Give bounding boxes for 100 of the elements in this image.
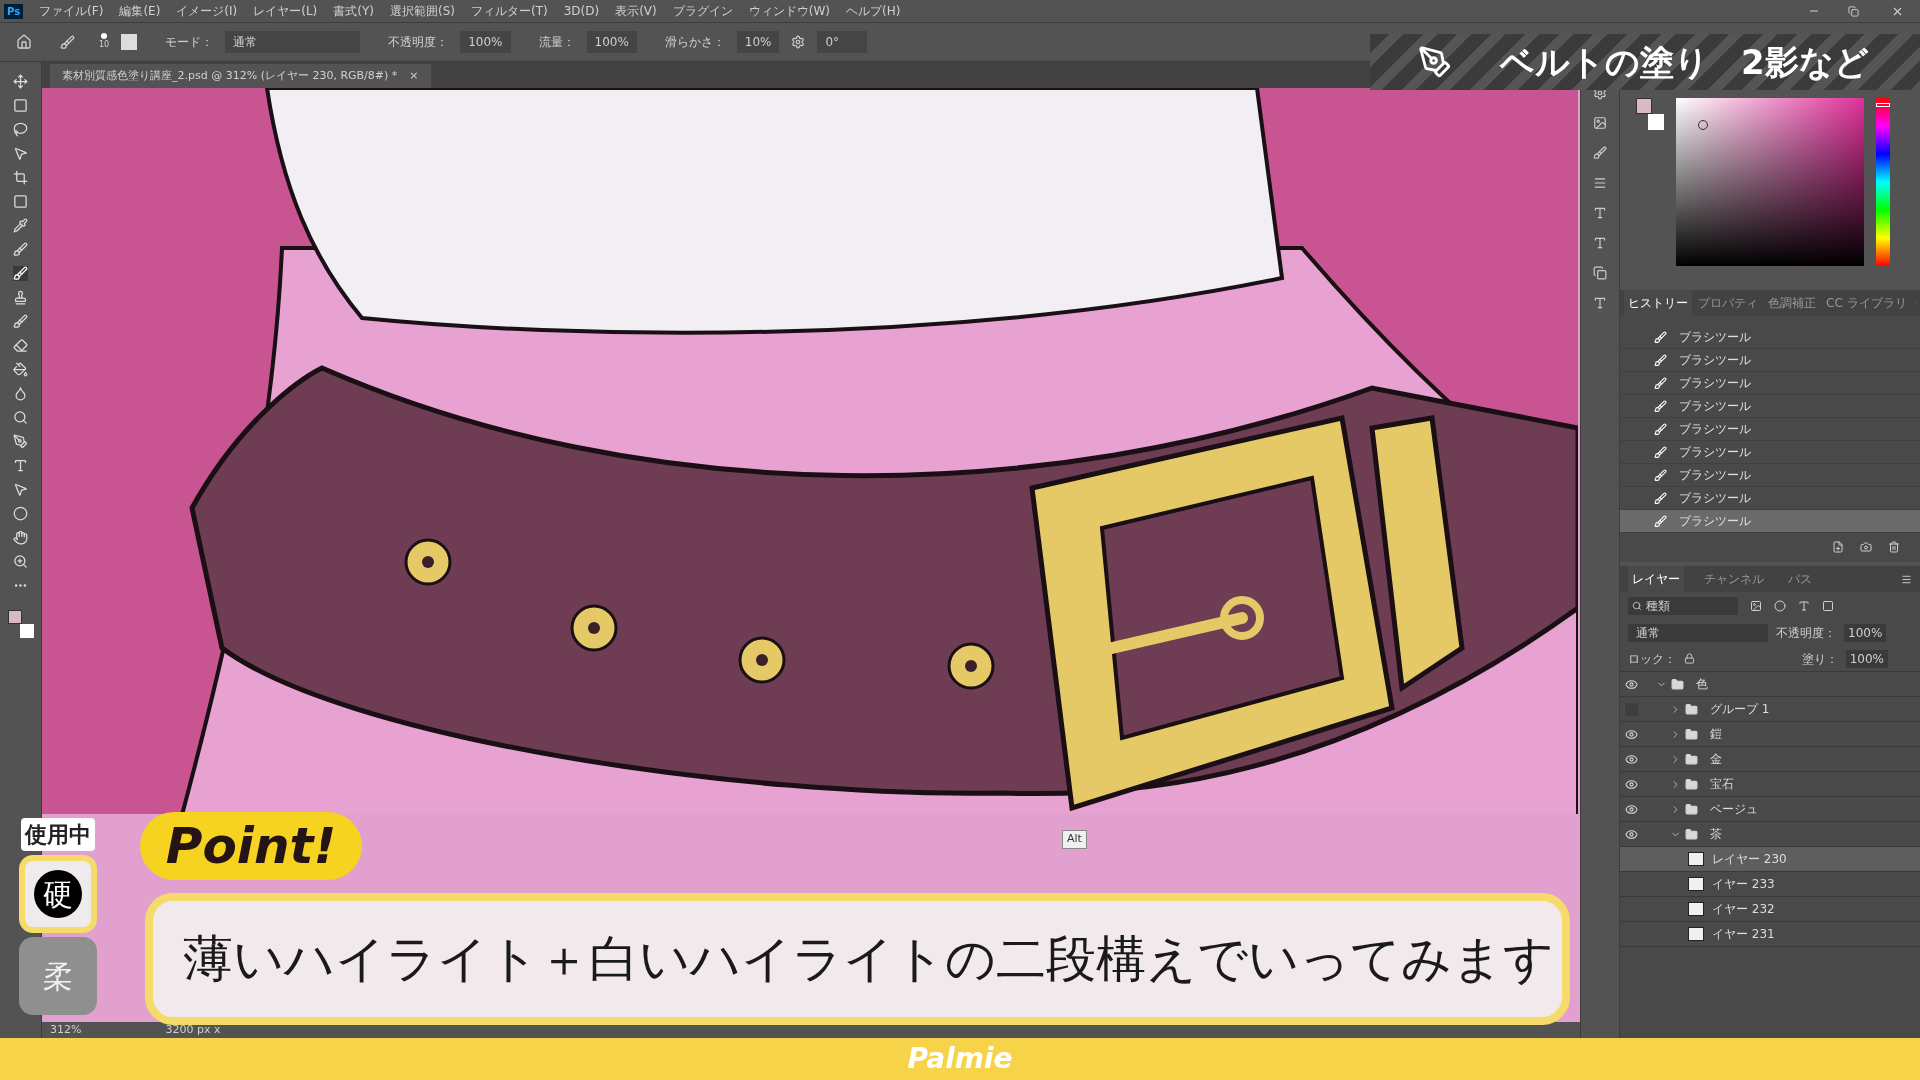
stamp-icon[interactable] bbox=[13, 290, 28, 305]
history-item[interactable]: ブラシツール bbox=[1620, 441, 1920, 464]
layer-name[interactable]: グループ 1 bbox=[1710, 700, 1770, 718]
hand-icon[interactable] bbox=[13, 530, 28, 545]
eye-icon[interactable] bbox=[1624, 677, 1638, 691]
layer-row[interactable]: イヤー 232 bbox=[1620, 897, 1920, 922]
type-icon[interactable] bbox=[13, 458, 28, 473]
menu-item[interactable]: フィルター(T) bbox=[471, 2, 548, 20]
layer-name[interactable]: イヤー 231 bbox=[1712, 925, 1775, 943]
move-icon[interactable] bbox=[13, 74, 28, 89]
drop-icon[interactable] bbox=[13, 386, 28, 401]
layer-name[interactable]: 金 bbox=[1710, 750, 1722, 768]
opacity-field[interactable]: 100% bbox=[460, 31, 511, 53]
layer-name[interactable]: 宝石 bbox=[1710, 775, 1734, 793]
menu-item[interactable]: 選択範囲(S) bbox=[390, 2, 455, 20]
eye-icon[interactable] bbox=[1624, 802, 1638, 816]
panel-icon[interactable] bbox=[1593, 206, 1607, 220]
background-swatch[interactable] bbox=[1648, 114, 1664, 130]
layer-name[interactable]: レイヤー 230 bbox=[1712, 850, 1787, 868]
panel-tab[interactable]: CC ライブラリ bbox=[1822, 294, 1911, 312]
brush-icon[interactable] bbox=[13, 266, 28, 281]
history-item[interactable]: ブラシツール bbox=[1620, 464, 1920, 487]
image-filter-icon[interactable] bbox=[1750, 600, 1762, 612]
selection-icon[interactable] bbox=[13, 146, 28, 161]
layer-row[interactable]: イヤー 233 bbox=[1620, 872, 1920, 897]
brush-icon[interactable] bbox=[60, 34, 75, 50]
smoothing-field[interactable]: 10% bbox=[736, 31, 780, 53]
settings-icon[interactable] bbox=[791, 35, 806, 49]
layer-name[interactable]: イヤー 232 bbox=[1712, 900, 1775, 918]
layer-name[interactable]: イヤー 233 bbox=[1712, 875, 1775, 893]
brush-tip-icon[interactable] bbox=[101, 33, 108, 39]
pointer-icon[interactable] bbox=[13, 482, 28, 497]
bucket-icon[interactable] bbox=[13, 362, 28, 377]
menu-item[interactable]: 表示(V) bbox=[615, 2, 657, 20]
crop-icon[interactable] bbox=[13, 170, 28, 185]
panel-icon[interactable] bbox=[1593, 176, 1607, 190]
angle-field[interactable]: 0° bbox=[817, 31, 868, 53]
menu-item[interactable]: ファイル(F) bbox=[39, 2, 104, 20]
history-item[interactable]: ブラシツール bbox=[1620, 395, 1920, 418]
foreground-swatch[interactable] bbox=[7, 610, 22, 624]
eye-icon[interactable] bbox=[1624, 827, 1638, 841]
menu-item[interactable]: 3D(D) bbox=[563, 2, 600, 20]
color-field[interactable] bbox=[1676, 98, 1864, 266]
panel-icon[interactable] bbox=[1593, 296, 1607, 310]
brush-settings-icon[interactable] bbox=[121, 34, 138, 50]
eye-icon[interactable] bbox=[1624, 752, 1638, 766]
eraser-icon[interactable] bbox=[13, 338, 28, 353]
layer-row[interactable]: 色 bbox=[1620, 672, 1920, 697]
lasso-icon[interactable] bbox=[13, 122, 28, 137]
layer-name[interactable]: 茶 bbox=[1710, 825, 1722, 843]
frame-icon[interactable] bbox=[13, 194, 28, 209]
shape-filter-icon[interactable] bbox=[1822, 600, 1834, 612]
layer-row[interactable]: イヤー 231 bbox=[1620, 922, 1920, 947]
history-item[interactable]: ブラシツール bbox=[1620, 326, 1920, 349]
layer-row[interactable]: 鎧 bbox=[1620, 722, 1920, 747]
menu-item[interactable]: プラグイン bbox=[672, 2, 733, 20]
restore-icon[interactable] bbox=[1848, 5, 1859, 17]
ellipse-icon[interactable] bbox=[13, 506, 28, 521]
home-icon[interactable] bbox=[16, 34, 32, 50]
background-swatch[interactable] bbox=[19, 624, 34, 638]
history-item[interactable]: ブラシツール bbox=[1620, 349, 1920, 372]
text-filter-icon[interactable] bbox=[1798, 600, 1810, 612]
menu-item[interactable]: ウィンドウ(W) bbox=[748, 2, 830, 20]
pen-icon[interactable] bbox=[13, 434, 28, 449]
new-document-icon[interactable] bbox=[1832, 541, 1844, 553]
document-tab[interactable]: 素材別質感色塗り講座_2.psd @ 312% (レイヤー 230, RGB/8#) * × bbox=[50, 64, 431, 88]
tab-close-icon[interactable]: × bbox=[409, 67, 419, 85]
menu-item[interactable]: 書式(Y) bbox=[333, 2, 374, 20]
trash-icon[interactable] bbox=[1888, 541, 1900, 553]
hue-slider[interactable] bbox=[1876, 98, 1890, 266]
layer-filter-dropdown[interactable]: 種類 bbox=[1628, 597, 1738, 615]
menu-item[interactable]: ヘルプ(H) bbox=[846, 2, 901, 20]
adjustment-filter-icon[interactable] bbox=[1774, 600, 1786, 612]
eye-icon[interactable] bbox=[1624, 727, 1638, 741]
hue-slider-thumb[interactable] bbox=[1876, 102, 1890, 107]
layer-name[interactable]: ベージュ bbox=[1710, 800, 1758, 818]
lock-icon[interactable] bbox=[1684, 653, 1695, 664]
history-item[interactable]: ブラシツール bbox=[1620, 418, 1920, 441]
menu-item[interactable]: 編集(E) bbox=[119, 2, 161, 20]
panel-tab[interactable]: 色調補正 bbox=[1764, 294, 1820, 312]
layer-row[interactable]: ベージュ bbox=[1620, 797, 1920, 822]
flow-field[interactable]: 100% bbox=[586, 31, 637, 53]
menu-item[interactable]: イメージ(I) bbox=[176, 2, 238, 20]
foreground-swatch[interactable] bbox=[1636, 98, 1652, 114]
eyedropper-icon[interactable] bbox=[13, 218, 28, 233]
mode-dropdown[interactable]: 通常 bbox=[225, 31, 361, 53]
panel-icon[interactable] bbox=[1593, 236, 1607, 250]
layer-name[interactable]: 鎧 bbox=[1710, 725, 1722, 743]
fill-field[interactable]: 100% bbox=[1845, 649, 1888, 668]
layer-row[interactable]: 宝石 bbox=[1620, 772, 1920, 797]
panel-tab[interactable]: レイヤー bbox=[1628, 566, 1684, 592]
layer-name[interactable]: 色 bbox=[1696, 675, 1708, 693]
history-item[interactable]: ブラシツール bbox=[1620, 372, 1920, 395]
layer-row[interactable]: レイヤー 230 bbox=[1620, 847, 1920, 872]
menu-item[interactable]: レイヤー(L) bbox=[253, 2, 318, 20]
history-item[interactable]: ブラシツール bbox=[1620, 510, 1920, 533]
layer-row[interactable]: 金 bbox=[1620, 747, 1920, 772]
panel-tab[interactable]: プロパティ bbox=[1694, 294, 1762, 312]
panel-tab[interactable]: ヒストリー bbox=[1624, 290, 1692, 316]
panel-tab[interactable]: チャンネル bbox=[1700, 570, 1768, 588]
